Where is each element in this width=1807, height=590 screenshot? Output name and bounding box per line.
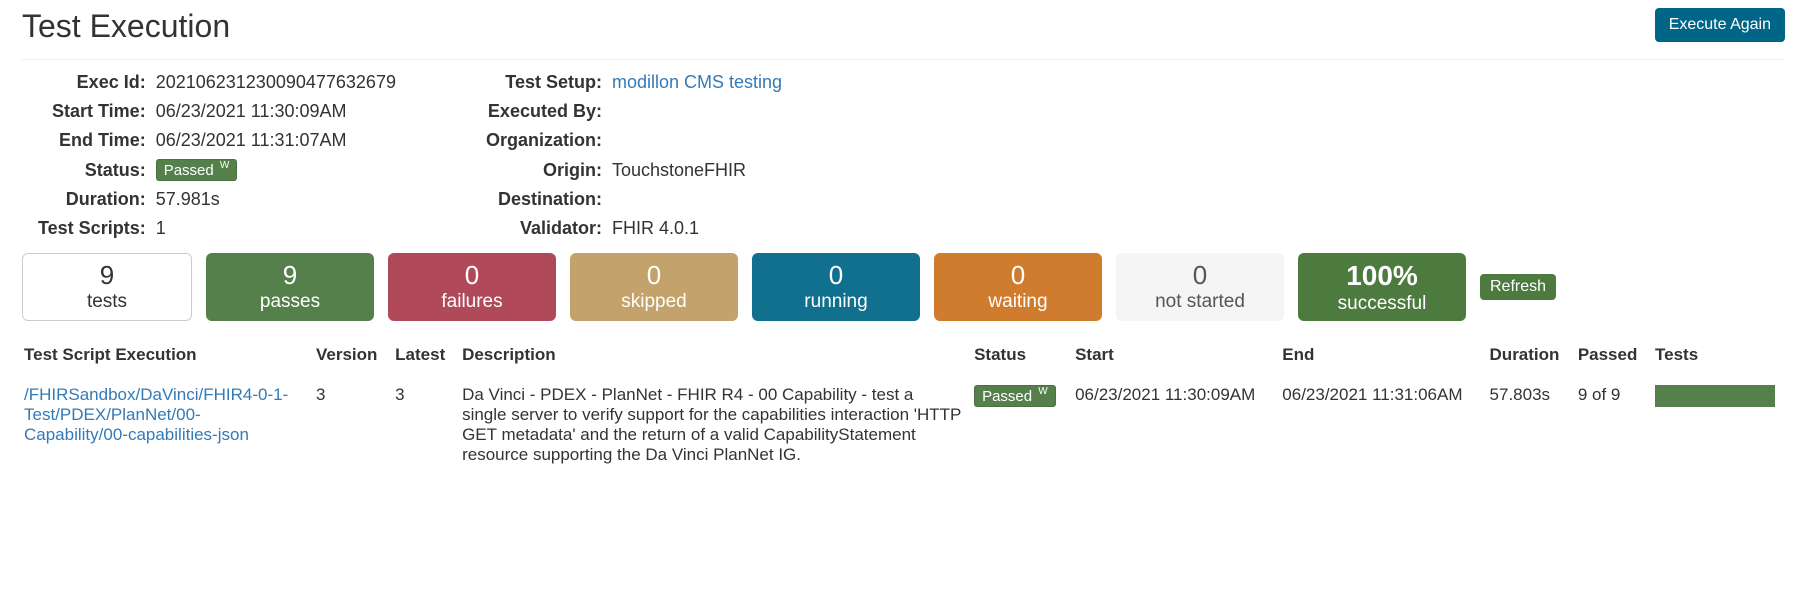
destination-label: Destination: [486, 189, 602, 210]
cell-start: 06/23/2021 11:30:09AM [1073, 375, 1280, 473]
test-setup-label: Test Setup: [486, 72, 602, 93]
cell-version: 3 [314, 375, 393, 473]
status-badge: Passed W [156, 159, 238, 181]
col-tests: Tests [1653, 337, 1785, 375]
cell-latest: 3 [393, 375, 460, 473]
start-time-value: 06/23/2021 11:30:09AM [156, 101, 396, 122]
stat-waiting[interactable]: 0waiting [934, 253, 1102, 321]
exec-id-label: Exec Id: [38, 72, 146, 93]
col-status: Status [972, 337, 1073, 375]
test-scripts-label: Test Scripts: [38, 218, 146, 239]
col-version: Version [314, 337, 393, 375]
execute-again-button[interactable]: Execute Again [1655, 8, 1785, 42]
start-time-label: Start Time: [38, 101, 146, 122]
end-time-label: End Time: [38, 130, 146, 151]
script-link[interactable]: /FHIRSandbox/DaVinci/FHIR4-0-1-Test/PDEX… [24, 385, 288, 444]
col-script: Test Script Execution [22, 337, 314, 375]
test-setup-link[interactable]: modillon CMS testing [612, 72, 782, 92]
duration-value: 57.981s [156, 189, 396, 210]
execution-details: Exec Id: 20210623123009047763​2679 Start… [38, 72, 1785, 239]
organization-label: Organization: [486, 130, 602, 151]
origin-value: TouchstoneFHIR [612, 160, 782, 181]
cell-description: Da Vinci - PDEX - PlanNet - FHIR R4 - 00… [460, 375, 972, 473]
cell-end: 06/23/2021 11:31:06AM [1280, 375, 1487, 473]
stat-running[interactable]: 0running [752, 253, 920, 321]
page-title: Test Execution [22, 8, 230, 45]
col-start: Start [1073, 337, 1280, 375]
stat-failures[interactable]: 0failures [388, 253, 556, 321]
stat-successful: 100%successful [1298, 253, 1466, 321]
stat-skipped[interactable]: 0skipped [570, 253, 738, 321]
row-status-badge: Passed W [974, 385, 1056, 407]
status-label: Status: [38, 160, 146, 181]
progress-bar [1655, 385, 1775, 407]
col-description: Description [460, 337, 972, 375]
validator-value: FHIR 4.0.1 [612, 218, 782, 239]
executed-by-label: Executed By: [486, 101, 602, 122]
exec-id-value: 20210623123009047763​2679 [156, 72, 396, 93]
duration-label: Duration: [38, 189, 146, 210]
refresh-button[interactable]: Refresh [1480, 274, 1556, 300]
validator-label: Validator: [486, 218, 602, 239]
test-scripts-value: 1 [156, 218, 396, 239]
stat-tests[interactable]: 9tests [22, 253, 192, 321]
stat-passes[interactable]: 9passes [206, 253, 374, 321]
cell-duration: 57.803s [1488, 375, 1576, 473]
stats-row: 9tests 9passes 0failures 0skipped 0runni… [22, 253, 1785, 321]
end-time-value: 06/23/2021 11:31:07AM [156, 130, 396, 151]
results-table: Test Script Execution Version Latest Des… [22, 337, 1785, 473]
origin-label: Origin: [486, 160, 602, 181]
col-duration: Duration [1488, 337, 1576, 375]
col-end: End [1280, 337, 1487, 375]
cell-passed: 9 of 9 [1576, 375, 1653, 473]
table-row: /FHIRSandbox/DaVinci/FHIR4-0-1-Test/PDEX… [22, 375, 1785, 473]
stat-not-started[interactable]: 0not started [1116, 253, 1284, 321]
col-latest: Latest [393, 337, 460, 375]
col-passed: Passed [1576, 337, 1653, 375]
